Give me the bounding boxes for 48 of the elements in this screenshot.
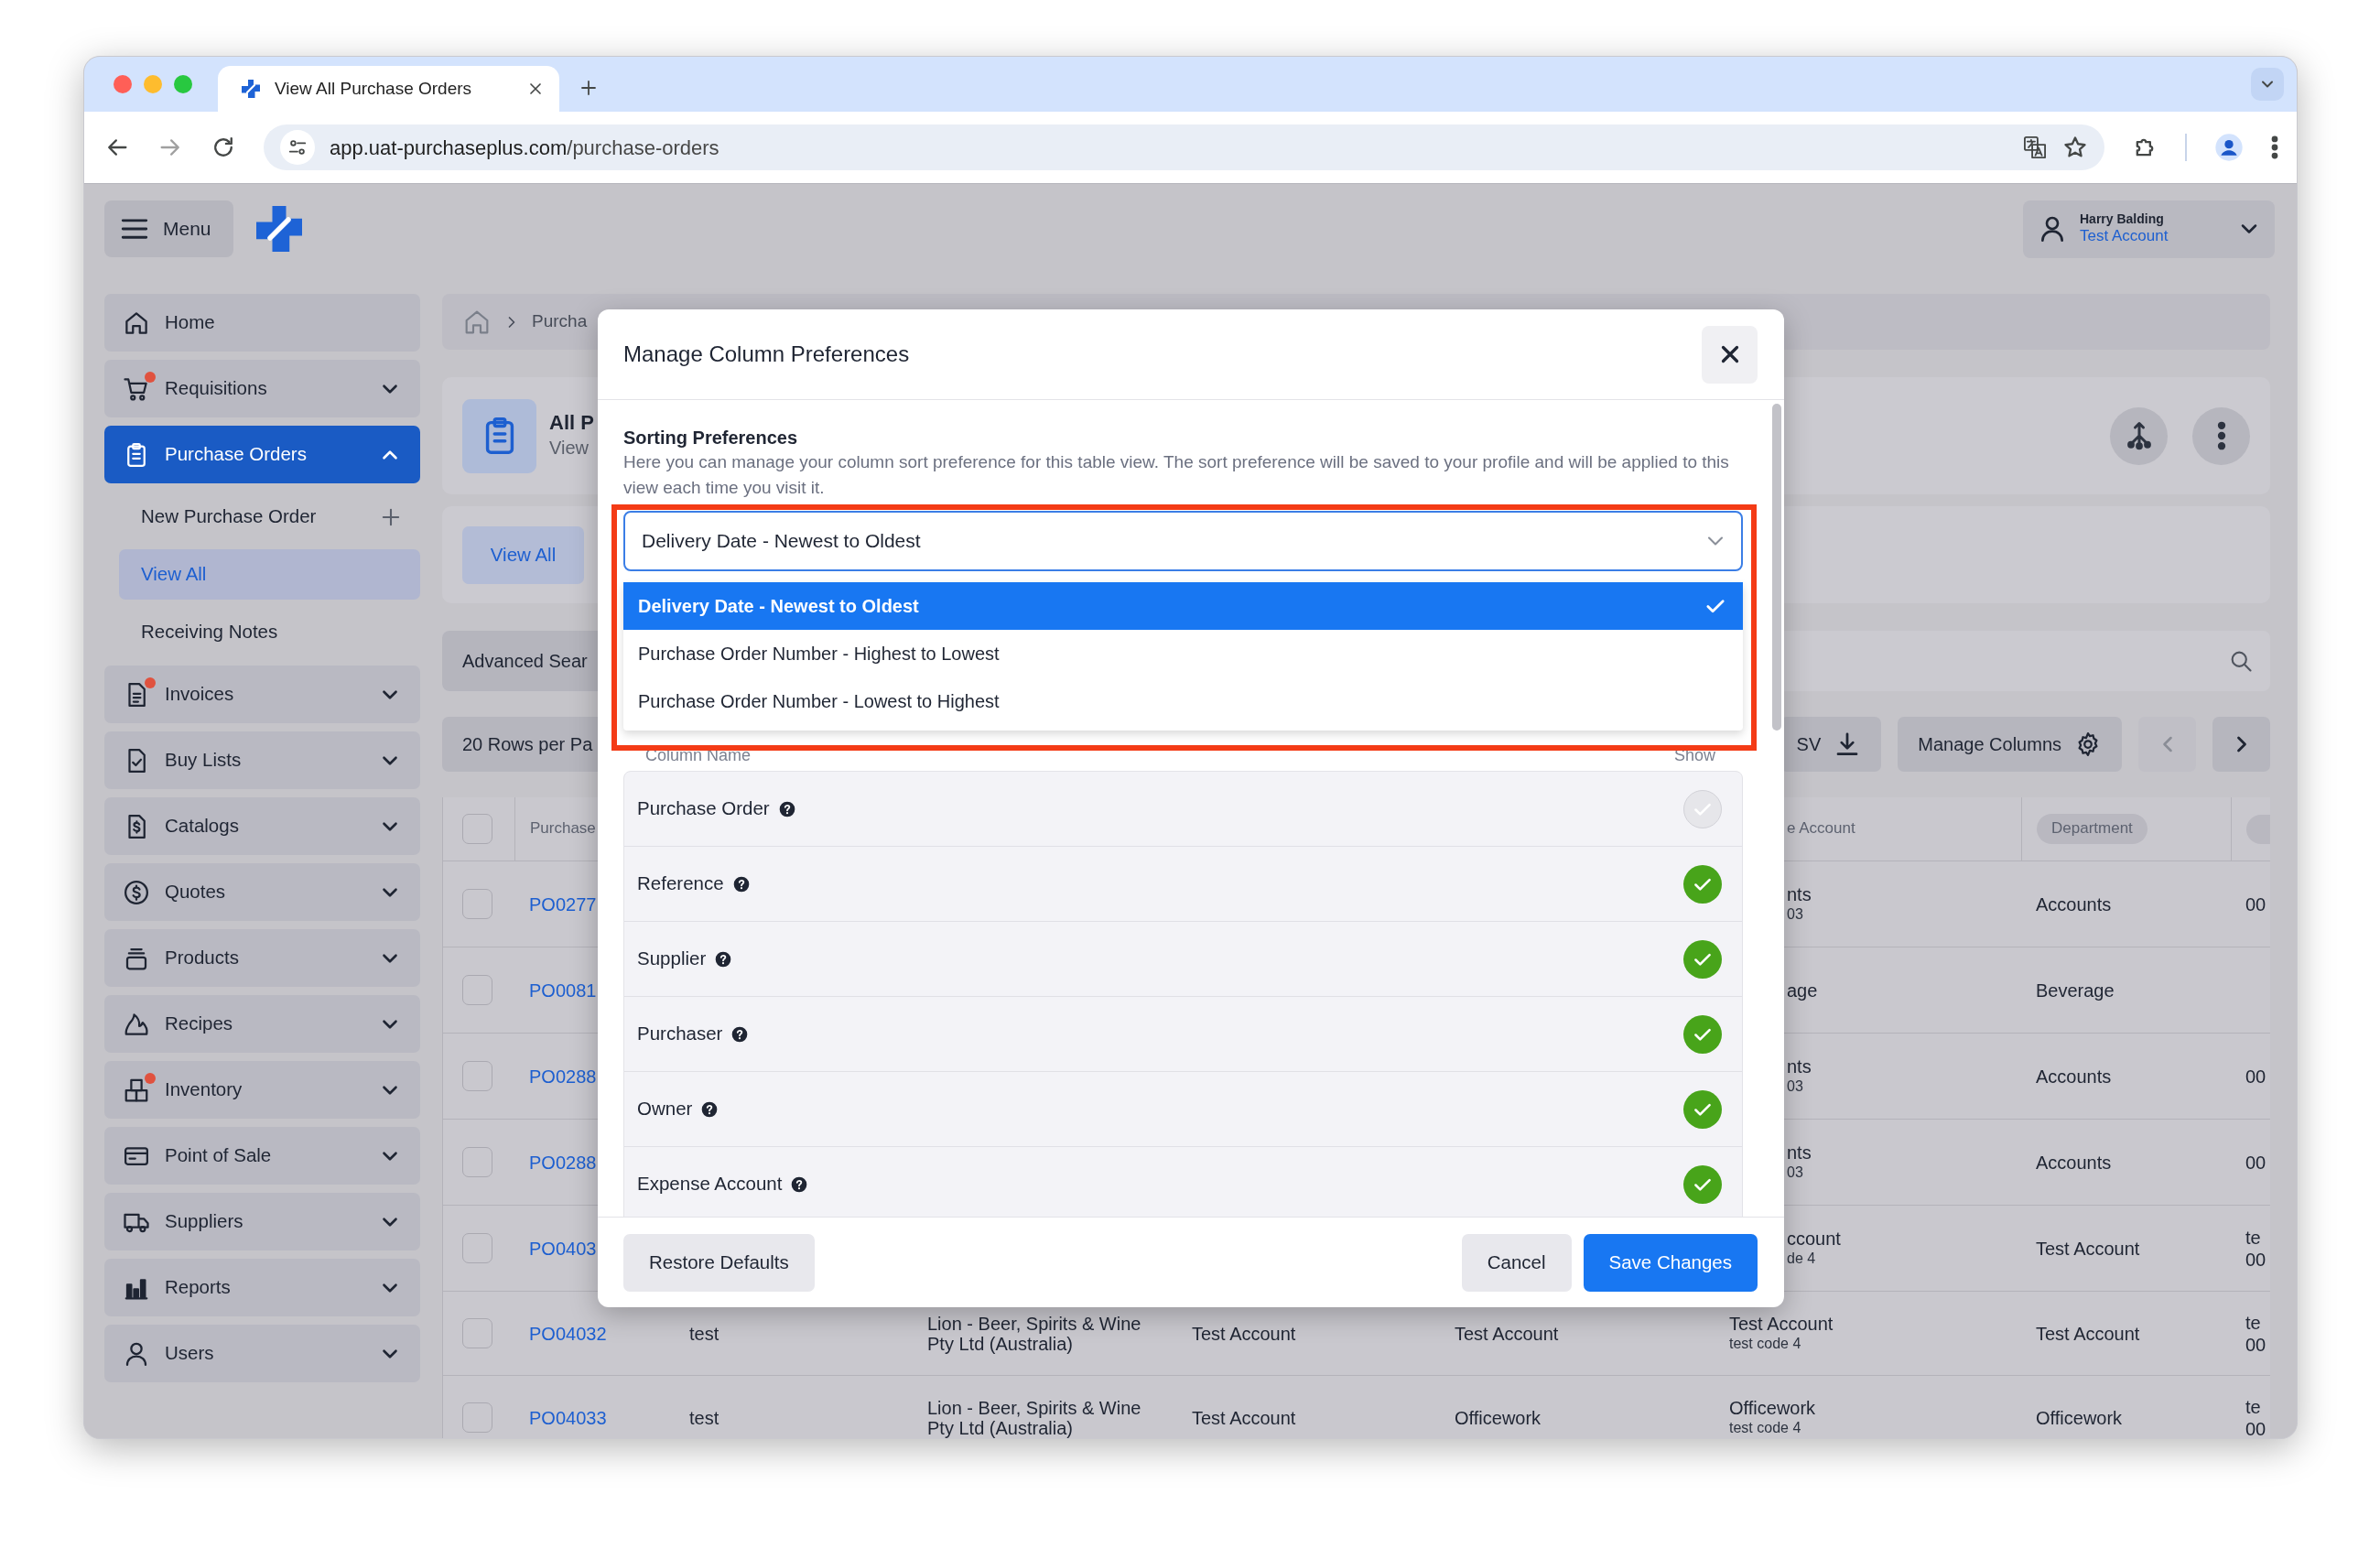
table-cell-text: 03: [1787, 1077, 1804, 1097]
dialog-title: Manage Column Preferences: [623, 341, 910, 368]
table-cell-text: test: [689, 1322, 720, 1345]
table-cell-text: Officework: [1729, 1397, 1817, 1420]
table-cell-text: nts: [1787, 883, 1812, 906]
table-cell-text: ccount: [1787, 1228, 1842, 1250]
table-cell-text: Accounts: [2036, 893, 2113, 915]
page-subtitle: View: [549, 437, 590, 460]
section-description: Here you can manage your column sort preference for this table view. The sort preference will be saved to your profile and will be applied to this view each time you visit it.: [623, 451, 1730, 499]
table-cell-text: 00: [2245, 1065, 2267, 1088]
table-cell-text: test: [689, 1406, 720, 1429]
table-cell-text: Accounts: [2036, 1151, 2113, 1174]
table-cell-text: 03: [1787, 1164, 1804, 1183]
table-cell-text: test code 4: [1729, 1335, 1802, 1354]
table-cell-text: Officework: [2036, 1406, 2124, 1429]
table-cell-text: Beverage: [2036, 979, 2115, 1001]
table-cell-text: 00: [2245, 1151, 2267, 1174]
table-cell-text: nts: [1787, 1055, 1812, 1078]
column-name: Owner: [637, 1097, 693, 1121]
table-cell-text: test code 4: [1729, 1419, 1802, 1438]
column-name: Supplier: [637, 947, 707, 971]
page-title: All P: [549, 410, 594, 436]
table-cell-text: 00: [2245, 1417, 2267, 1438]
table-cell-text: Test Account: [1192, 1406, 1297, 1429]
table-cell-text: Test Account: [1729, 1313, 1834, 1336]
column-name: Purchase Order: [637, 796, 770, 821]
table-cell-text: Test Account: [1192, 1322, 1297, 1345]
table-cell-text: Officework: [1455, 1406, 1542, 1429]
table-cell-text: age: [1787, 979, 1819, 1001]
table-cell-text: Test Account: [2036, 1237, 2141, 1260]
table-cell-text: 00: [2245, 1248, 2267, 1271]
table-cell-text: 00: [2245, 893, 2267, 915]
column-name: Expense Account: [637, 1172, 783, 1196]
table-cell-text: te: [2245, 1226, 2262, 1249]
table-cell-text: de 4: [1787, 1250, 1817, 1269]
table-cell-text: nts: [1787, 1142, 1812, 1164]
table-cell-text: Lion - Beer, Spirits & Wine Pty Ltd (Australia): [927, 1313, 1142, 1354]
table-cell-text: 03: [1787, 905, 1804, 925]
column-name: Purchaser: [637, 1022, 723, 1046]
table-cell-text: 00: [2245, 1333, 2267, 1356]
table-cell-text: te: [2245, 1395, 2262, 1418]
table-cell-text: Test Account: [2036, 1322, 2141, 1345]
table-cell-text: Test Account: [1455, 1322, 1560, 1345]
section-title: Sorting Preferences: [623, 427, 799, 449]
table-cell-text: Accounts: [2036, 1065, 2113, 1088]
table-cell-text: te: [2245, 1311, 2262, 1334]
table-cell-text: Lion - Beer, Spirits & Wine Pty Ltd (Australia): [927, 1397, 1142, 1438]
column-name: Reference: [637, 871, 724, 896]
